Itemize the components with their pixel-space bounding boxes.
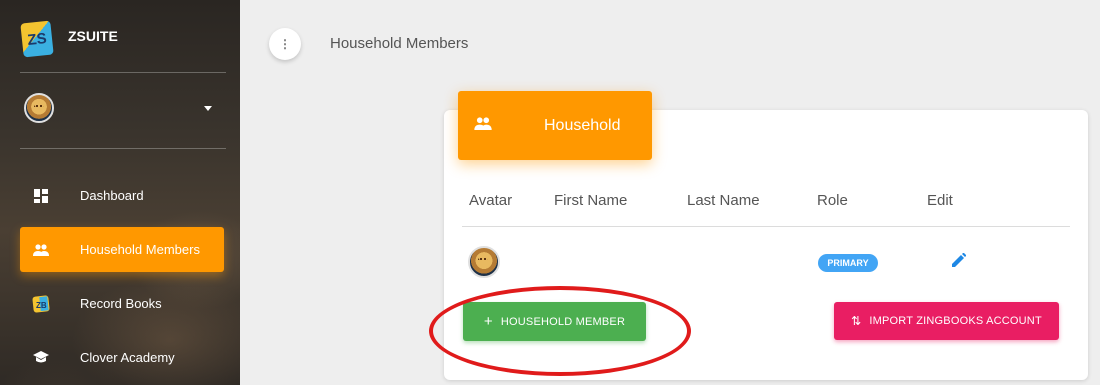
page-title: Household Members bbox=[330, 35, 469, 52]
table-divider bbox=[462, 226, 1070, 227]
import-zingbooks-account-button[interactable]: ⇅ IMPORT ZINGBOOKS ACCOUNT bbox=[834, 302, 1059, 340]
record-books-icon: ZB bbox=[30, 293, 52, 315]
school-icon bbox=[30, 347, 52, 369]
plus-icon: + bbox=[483, 313, 493, 330]
sidebar-item-label: Record Books bbox=[80, 296, 162, 311]
sidebar-divider bbox=[20, 148, 226, 149]
sidebar-nav: Dashboard Household Members ZB Record Bo… bbox=[20, 173, 224, 385]
sidebar-divider bbox=[20, 72, 226, 73]
user-menu[interactable] bbox=[24, 93, 214, 123]
brand[interactable]: ZS ZSUITE bbox=[20, 20, 118, 58]
sidebar-item-record-books[interactable]: ZB Record Books bbox=[20, 281, 224, 326]
add-household-member-label: HOUSEHOLD MEMBER bbox=[500, 315, 626, 328]
member-avatar bbox=[468, 246, 500, 278]
member-avatar-image bbox=[468, 246, 500, 278]
column-header-avatar: Avatar bbox=[469, 192, 513, 209]
column-header-edit: Edit bbox=[927, 192, 953, 209]
sidebar-item-household-members[interactable]: Household Members bbox=[20, 227, 224, 272]
column-header-last-name: Last Name bbox=[687, 192, 760, 209]
pencil-icon[interactable] bbox=[952, 252, 968, 269]
add-household-member-button[interactable]: + HOUSEHOLD MEMBER bbox=[463, 302, 646, 341]
dashboard-icon bbox=[30, 185, 52, 207]
card-header: Household bbox=[458, 91, 652, 160]
sidebar-item-dashboard[interactable]: Dashboard bbox=[20, 173, 224, 218]
people-icon bbox=[30, 239, 52, 261]
sidebar: ZS ZSUITE Dashboard Household Members ZB… bbox=[0, 0, 240, 385]
chevron-down-icon[interactable] bbox=[204, 105, 212, 111]
sidebar-item-label: Household Members bbox=[80, 242, 200, 257]
import-arrows-icon: ⇅ bbox=[851, 314, 862, 328]
more-vertical-icon: ⋮ bbox=[279, 37, 291, 51]
column-header-first-name: First Name bbox=[554, 192, 628, 209]
sidebar-item-clover-academy[interactable]: Clover Academy bbox=[20, 335, 224, 380]
role-badge: PRIMARY bbox=[818, 254, 878, 272]
sidebar-item-label: Dashboard bbox=[80, 188, 144, 203]
menu-toggle-button[interactable]: ⋮ bbox=[269, 28, 301, 60]
brand-title: ZSUITE bbox=[68, 28, 118, 44]
column-header-role: Role bbox=[817, 192, 848, 209]
user-avatar bbox=[24, 93, 54, 123]
people-icon bbox=[474, 116, 492, 135]
card-title: Household bbox=[544, 116, 621, 134]
sidebar-item-label: Clover Academy bbox=[80, 350, 175, 365]
zsuite-logo-icon: ZS bbox=[20, 20, 54, 58]
svg-text:ZB: ZB bbox=[36, 301, 47, 310]
import-zingbooks-account-label: IMPORT ZINGBOOKS ACCOUNT bbox=[869, 315, 1042, 327]
